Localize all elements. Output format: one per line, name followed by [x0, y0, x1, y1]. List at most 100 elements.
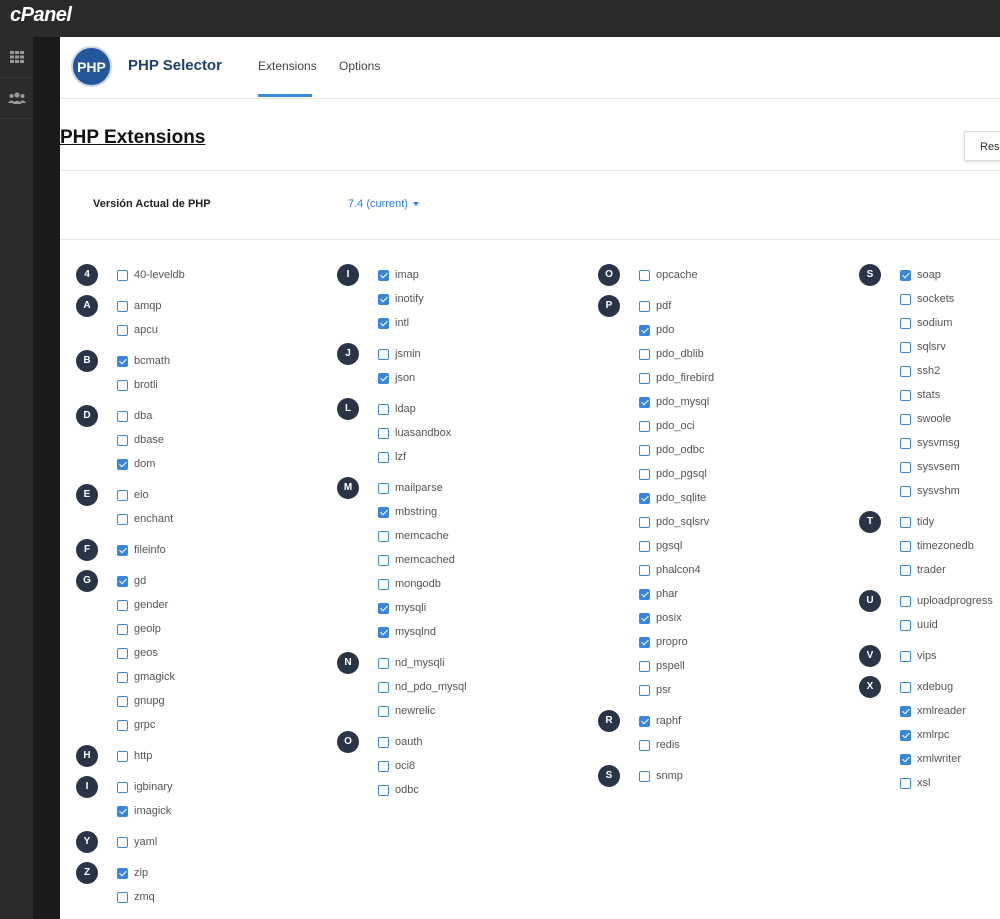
extension-checkbox[interactable]	[378, 317, 389, 329]
extension-checkbox[interactable]	[117, 750, 128, 762]
extension-checkbox[interactable]	[378, 482, 389, 494]
extension-checkbox[interactable]	[639, 516, 650, 528]
tab-options[interactable]: Options	[339, 59, 380, 73]
extension-checkbox[interactable]	[117, 671, 128, 683]
extension-checkbox[interactable]	[900, 595, 911, 607]
extension-checkbox[interactable]	[900, 437, 911, 449]
extension-xdebug[interactable]: xdebug	[900, 675, 1000, 699]
extension-uuid[interactable]: uuid	[900, 613, 1000, 637]
extension-checkbox[interactable]	[639, 468, 650, 480]
extension-checkbox[interactable]	[900, 317, 911, 329]
extension-ssh2[interactable]: ssh2	[900, 359, 1000, 383]
extension-checkbox[interactable]	[378, 372, 389, 384]
extension-fileinfo[interactable]: fileinfo	[117, 538, 306, 562]
extension-apcu[interactable]: apcu	[117, 318, 306, 342]
extension-checkbox[interactable]	[117, 647, 128, 659]
extension-checkbox[interactable]	[639, 684, 650, 696]
extension-checkbox[interactable]	[378, 451, 389, 463]
extension-checkbox[interactable]	[900, 753, 911, 765]
extension-intl[interactable]: intl	[378, 311, 567, 335]
extension-enchant[interactable]: enchant	[117, 507, 306, 531]
extension-checkbox[interactable]	[639, 396, 650, 408]
extension-checkbox[interactable]	[117, 410, 128, 422]
extension-gd[interactable]: gd	[117, 569, 306, 593]
extension-tidy[interactable]: tidy	[900, 510, 1000, 534]
extension-checkbox[interactable]	[378, 626, 389, 638]
extension-checkbox[interactable]	[900, 293, 911, 305]
extension-sqlsrv[interactable]: sqlsrv	[900, 335, 1000, 359]
extension-timezonedb[interactable]: timezonedb	[900, 534, 1000, 558]
extension-checkbox[interactable]	[639, 739, 650, 751]
extension-imap[interactable]: imap	[378, 263, 567, 287]
extension-uploadprogress[interactable]: uploadprogress	[900, 589, 1000, 613]
extension-pdo_firebird[interactable]: pdo_firebird	[639, 366, 828, 390]
extension-checkbox[interactable]	[639, 348, 650, 360]
extension-gnupg[interactable]: gnupg	[117, 689, 306, 713]
php-version-select[interactable]: 7.4 (current)	[348, 198, 419, 210]
extension-lzf[interactable]: lzf	[378, 445, 567, 469]
extension-checkbox[interactable]	[900, 564, 911, 576]
extension-memcache[interactable]: memcache	[378, 524, 567, 548]
extension-checkbox[interactable]	[117, 867, 128, 879]
extension-checkbox[interactable]	[378, 269, 389, 281]
extension-phar[interactable]: phar	[639, 582, 828, 606]
users-icon[interactable]	[0, 78, 33, 119]
extension-checkbox[interactable]	[117, 458, 128, 470]
extension-checkbox[interactable]	[117, 781, 128, 793]
extension-gmagick[interactable]: gmagick	[117, 665, 306, 689]
extension-snmp[interactable]: snmp	[639, 764, 828, 788]
extension-pdo_oci[interactable]: pdo_oci	[639, 414, 828, 438]
extension-checkbox[interactable]	[639, 636, 650, 648]
extension-checkbox[interactable]	[900, 365, 911, 377]
extension-checkbox[interactable]	[378, 760, 389, 772]
extension-checkbox[interactable]	[117, 599, 128, 611]
extension-checkbox[interactable]	[639, 420, 650, 432]
extension-pdo_dblib[interactable]: pdo_dblib	[639, 342, 828, 366]
extension-eio[interactable]: eio	[117, 483, 306, 507]
extension-dbase[interactable]: dbase	[117, 428, 306, 452]
extension-checkbox[interactable]	[117, 805, 128, 817]
extension-imagick[interactable]: imagick	[117, 799, 306, 823]
extension-checkbox[interactable]	[639, 770, 650, 782]
extension-brotli[interactable]: brotli	[117, 373, 306, 397]
extension-checkbox[interactable]	[900, 777, 911, 789]
extension-checkbox[interactable]	[900, 650, 911, 662]
extension-checkbox[interactable]	[639, 372, 650, 384]
extension-checkbox[interactable]	[378, 348, 389, 360]
extension-luasandbox[interactable]: luasandbox	[378, 421, 567, 445]
extension-checkbox[interactable]	[378, 602, 389, 614]
extension-pgsql[interactable]: pgsql	[639, 534, 828, 558]
extension-json[interactable]: json	[378, 366, 567, 390]
extension-checkbox[interactable]	[117, 719, 128, 731]
extension-checkbox[interactable]	[378, 427, 389, 439]
extension-checkbox[interactable]	[900, 705, 911, 717]
extension-pdf[interactable]: pdf	[639, 294, 828, 318]
extension-checkbox[interactable]	[117, 379, 128, 391]
extension-checkbox[interactable]	[639, 540, 650, 552]
extension-pdo_sqlite[interactable]: pdo_sqlite	[639, 486, 828, 510]
extension-dom[interactable]: dom	[117, 452, 306, 476]
extension-checkbox[interactable]	[378, 530, 389, 542]
extension-propro[interactable]: propro	[639, 630, 828, 654]
extension-soap[interactable]: soap	[900, 263, 1000, 287]
extension-redis[interactable]: redis	[639, 733, 828, 757]
extension-inotify[interactable]: inotify	[378, 287, 567, 311]
extension-igbinary[interactable]: igbinary	[117, 775, 306, 799]
extension-checkbox[interactable]	[117, 269, 128, 281]
extension-pdo_mysql[interactable]: pdo_mysql	[639, 390, 828, 414]
extension-checkbox[interactable]	[900, 269, 911, 281]
extension-trader[interactable]: trader	[900, 558, 1000, 582]
extension-checkbox[interactable]	[117, 891, 128, 903]
extension-mysqlnd[interactable]: mysqlnd	[378, 620, 567, 644]
extension-checkbox[interactable]	[900, 540, 911, 552]
extension-odbc[interactable]: odbc	[378, 778, 567, 802]
extension-pspell[interactable]: pspell	[639, 654, 828, 678]
extension-zip[interactable]: zip	[117, 861, 306, 885]
extension-checkbox[interactable]	[639, 564, 650, 576]
extension-oauth[interactable]: oauth	[378, 730, 567, 754]
extension-checkbox[interactable]	[900, 341, 911, 353]
extension-swoole[interactable]: swoole	[900, 407, 1000, 431]
extension-checkbox[interactable]	[117, 836, 128, 848]
extension-yaml[interactable]: yaml	[117, 830, 306, 854]
extension-phalcon4[interactable]: phalcon4	[639, 558, 828, 582]
